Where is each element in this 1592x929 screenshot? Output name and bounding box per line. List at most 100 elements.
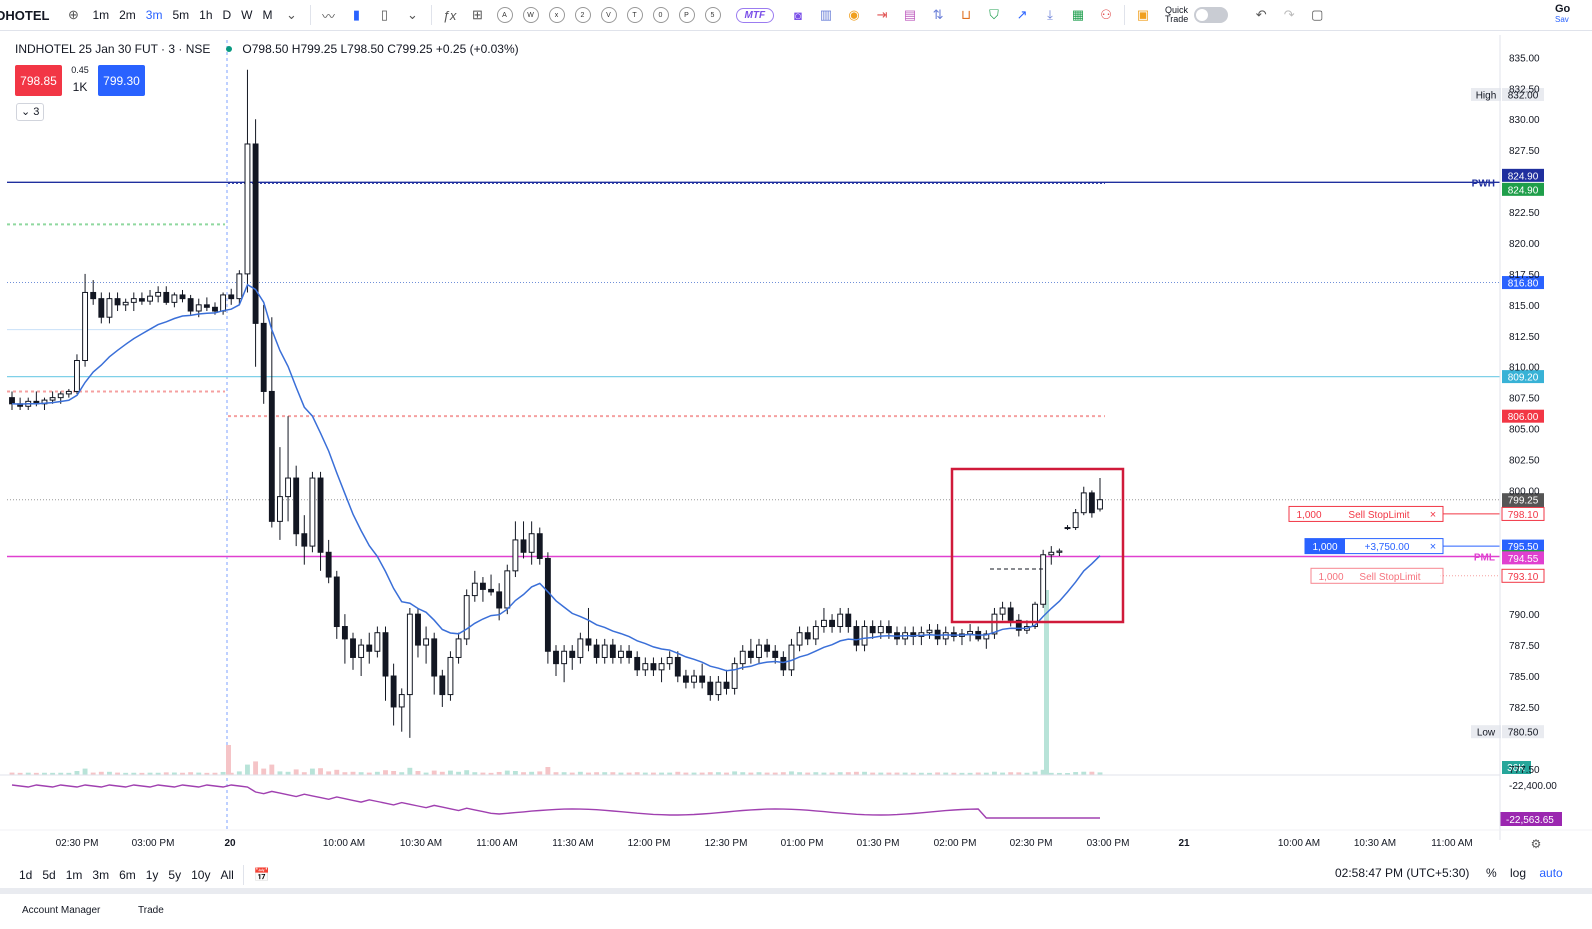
candle[interactable] [260, 322, 267, 392]
plugin-icon[interactable]: ◙ [787, 4, 809, 26]
stats-icon[interactable]: ▥ [815, 4, 837, 26]
candle[interactable] [747, 650, 754, 658]
order-qty[interactable]: 1,000 [1296, 510, 1321, 521]
ema-line[interactable] [11, 283, 1101, 672]
candle[interactable] [187, 298, 194, 312]
candle[interactable] [195, 304, 202, 312]
candle[interactable] [293, 477, 300, 535]
candle[interactable] [49, 397, 56, 401]
candle[interactable] [171, 294, 178, 303]
candle[interactable] [301, 533, 308, 547]
tab-trade[interactable]: Trade [138, 905, 164, 916]
percent-toggle[interactable]: % [1486, 866, 1497, 880]
fullscreen-icon[interactable]: ▢ [1306, 4, 1328, 26]
candle[interactable] [9, 397, 15, 405]
range-1d[interactable]: 1d [14, 868, 37, 882]
candle[interactable] [98, 298, 105, 318]
candle[interactable] [634, 656, 641, 671]
candle[interactable] [252, 143, 259, 324]
candle[interactable] [658, 663, 665, 671]
interval-1m[interactable]: 1m [87, 8, 114, 22]
candle[interactable] [666, 656, 673, 665]
candle[interactable] [455, 638, 462, 658]
candle[interactable] [756, 644, 762, 658]
collapse-indicators-button[interactable]: ⌄ 3 [16, 103, 45, 121]
templates-icon[interactable]: ⊞ [467, 4, 489, 26]
range-1y[interactable]: 1y [141, 868, 164, 882]
candle[interactable] [398, 694, 405, 708]
candle[interactable] [317, 477, 324, 553]
tool-x-icon[interactable]: x [548, 7, 565, 23]
candle[interactable] [723, 681, 730, 689]
order-qty[interactable]: 1,000 [1312, 542, 1337, 553]
candle[interactable] [609, 644, 616, 658]
candle[interactable] [999, 607, 1006, 615]
range-10y[interactable]: 10y [186, 868, 215, 882]
tab-account-manager[interactable]: Account Manager [22, 905, 100, 916]
candle[interactable] [350, 638, 356, 658]
alert-icon[interactable]: ⚇ [1095, 4, 1117, 26]
candle[interactable] [642, 663, 649, 671]
candle[interactable] [471, 582, 478, 597]
candle[interactable] [1072, 512, 1079, 529]
candle[interactable] [1080, 492, 1087, 514]
candle[interactable] [601, 644, 608, 658]
interval-5m[interactable]: 5m [167, 8, 194, 22]
candle[interactable] [147, 295, 153, 302]
candle[interactable] [277, 496, 283, 522]
quick-trade-toggle[interactable] [1194, 7, 1229, 23]
candle[interactable] [707, 681, 714, 696]
candle[interactable] [731, 663, 738, 689]
candle[interactable] [1040, 554, 1047, 605]
candle[interactable] [877, 626, 884, 634]
candle[interactable] [1097, 499, 1103, 510]
auto-toggle[interactable]: auto [1539, 866, 1562, 880]
candle[interactable] [488, 588, 494, 593]
close-icon[interactable]: × [1430, 509, 1436, 521]
symbol-search[interactable]: DHOTEL [0, 8, 49, 23]
candle[interactable] [885, 626, 892, 634]
candle[interactable] [829, 619, 835, 628]
candle[interactable] [569, 650, 576, 658]
candle[interactable] [333, 576, 340, 628]
mtf-button[interactable]: MTF [735, 7, 775, 23]
interval-d[interactable]: D [218, 8, 237, 22]
option-icon[interactable]: ▣ [1132, 4, 1154, 26]
candle[interactable] [967, 630, 974, 635]
candle[interactable] [179, 294, 186, 300]
candle[interactable] [431, 638, 438, 677]
order-text[interactable]: Sell StopLimit [1348, 510, 1409, 521]
basket-icon[interactable]: ⊔ [955, 4, 977, 26]
tool-w-icon[interactable]: W [522, 7, 539, 23]
order-text[interactable]: Sell StopLimit [1359, 572, 1420, 583]
candle[interactable] [439, 675, 446, 696]
candle[interactable] [220, 294, 227, 312]
candle[interactable] [739, 650, 746, 665]
candle[interactable] [837, 613, 844, 628]
candle[interactable] [309, 477, 316, 547]
chevron-down-icon[interactable]: ⌄ [402, 4, 424, 26]
candle[interactable] [82, 291, 89, 362]
candle[interactable] [65, 390, 72, 395]
candle[interactable] [561, 650, 568, 665]
candle[interactable] [447, 656, 454, 696]
range-5y[interactable]: 5y [163, 868, 186, 882]
candle[interactable] [772, 650, 779, 658]
order-qty[interactable]: 1,000 [1318, 572, 1343, 583]
candle[interactable] [544, 557, 551, 652]
candle[interactable] [520, 539, 527, 553]
candle[interactable] [285, 477, 291, 498]
candle[interactable] [374, 632, 381, 652]
candle[interactable] [674, 656, 681, 677]
candle[interactable] [853, 626, 860, 646]
candle[interactable] [821, 619, 827, 628]
candle[interactable] [415, 613, 421, 646]
candle[interactable] [691, 675, 697, 683]
candle[interactable] [942, 632, 949, 640]
candle[interactable] [406, 613, 413, 696]
candle[interactable] [1056, 550, 1063, 553]
candle[interactable] [861, 626, 868, 646]
line-chart-icon[interactable]: 〰 [318, 4, 340, 26]
range-all[interactable]: All [215, 868, 238, 882]
range-3m[interactable]: 3m [87, 868, 114, 882]
